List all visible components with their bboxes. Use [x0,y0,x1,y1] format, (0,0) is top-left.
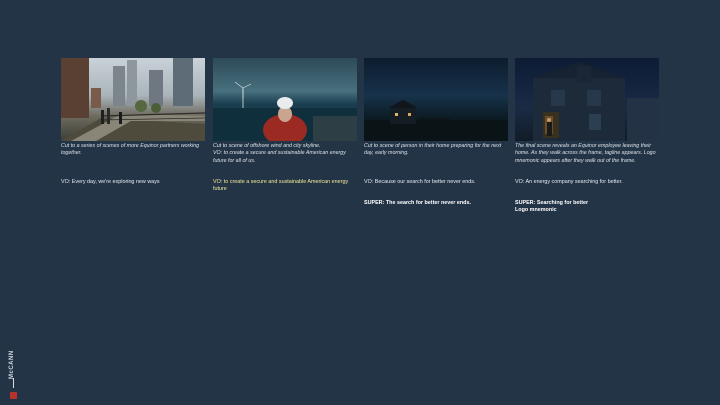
logo-mark-icon [10,392,17,399]
city-walkway-image [61,58,205,141]
frame-2-vo: VO: to create a secure and sustainable A… [213,179,349,193]
frame-4-thumbnail [515,58,659,141]
frame-1-vo: VO: Every day, we're exploring new ways [61,179,160,185]
mccann-logo: McCANN [6,342,18,402]
storyboard-frame-4: The final scene reveals an Equinor emplo… [515,58,659,165]
frame-3-super: SUPER: The search for better never ends. [364,200,471,206]
frame-4-super: SUPER: Searching for better Logo mnemoni… [515,200,589,214]
frame-3-vo: VO: Because our search for better never … [364,179,476,185]
storyboard-frame-2: Cut to scene of offshore wind and city s… [213,58,357,165]
frame-1-thumbnail [61,58,205,141]
frame-4-vo: VO: An energy company searching for bett… [515,179,623,185]
frame-1-description: Cut to a series of scenes of more Equino… [61,143,200,157]
frame-4-description: The final scene reveals an Equinor emplo… [515,143,656,164]
offshore-wind-image [213,81,357,141]
frame-2-thumbnail [213,58,357,141]
frame-2-description: Cut to scene of offshore wind and city s… [213,143,346,164]
frame-3-thumbnail [364,58,508,141]
logo-divider [13,378,14,388]
storyboard-frame-1: Cut to a series of scenes of more Equino… [61,58,205,158]
frame-3-description: Cut to scene of person in their home pre… [364,143,502,157]
employee-leaving-home-image [533,62,659,141]
storyboard-frame-3: Cut to scene of person in their home pre… [364,58,508,158]
logo-text: McCANN [9,350,15,379]
house-at-dawn-image [364,100,508,141]
